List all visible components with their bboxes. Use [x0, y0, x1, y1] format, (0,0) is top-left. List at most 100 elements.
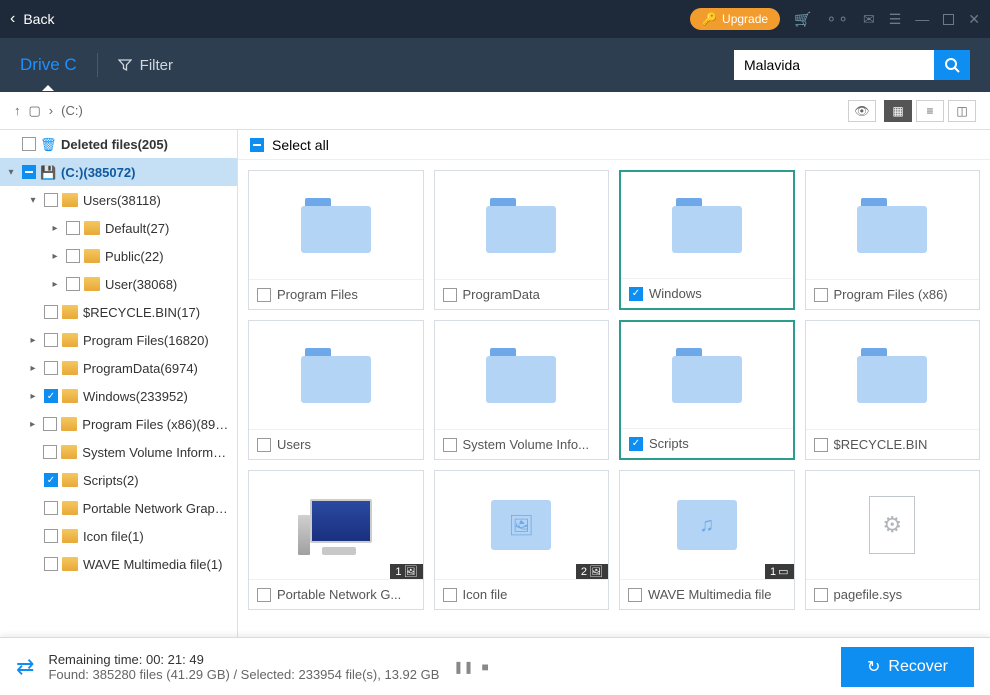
tree-checkbox[interactable]: [44, 361, 58, 375]
tree-row[interactable]: 🗑Deleted files(205): [0, 130, 237, 158]
tree-checkbox[interactable]: [43, 417, 57, 431]
trash-icon: 🗑: [40, 137, 56, 151]
search-button[interactable]: [934, 50, 970, 80]
card-checkbox[interactable]: [628, 588, 642, 602]
tree-row[interactable]: ▸ProgramData(6974): [0, 354, 237, 382]
grid-view-button[interactable]: ▦: [884, 100, 912, 122]
tree-row[interactable]: Portable Network Graphics: [0, 494, 237, 522]
tree-label: Portable Network Graphics: [83, 501, 233, 516]
card-checkbox[interactable]: [257, 288, 271, 302]
tree-checkbox[interactable]: [43, 445, 57, 459]
card-checkbox[interactable]: [257, 588, 271, 602]
expand-toggle[interactable]: ▾: [4, 167, 18, 178]
minimize-icon[interactable]: —: [915, 11, 929, 27]
tree-row[interactable]: ▸User(38068): [0, 270, 237, 298]
card-checkbox[interactable]: [443, 288, 457, 302]
card-checkbox[interactable]: [814, 588, 828, 602]
breadcrumb-text[interactable]: (C:): [61, 103, 83, 118]
tree-row[interactable]: ▾💾(C:)(385072): [0, 158, 237, 186]
tree-row[interactable]: System Volume Information: [0, 438, 237, 466]
tree-row[interactable]: ✓Scripts(2): [0, 466, 237, 494]
menu-icon[interactable]: ☰: [889, 11, 902, 28]
cart-icon[interactable]: 🛒: [794, 11, 811, 28]
card-checkbox[interactable]: [257, 438, 271, 452]
file-card[interactable]: ⚙pagefile.sys: [805, 470, 981, 610]
select-all-checkbox[interactable]: [250, 138, 264, 152]
tree-checkbox[interactable]: [44, 193, 58, 207]
recover-button[interactable]: ↻ Recover: [841, 647, 974, 687]
expand-toggle[interactable]: ▸: [48, 279, 62, 290]
expand-toggle[interactable]: ▸: [26, 363, 40, 374]
tree-checkbox[interactable]: [44, 501, 58, 515]
upgrade-button[interactable]: 🔑 Upgrade: [690, 8, 780, 30]
folder-icon: [62, 333, 78, 347]
folder-icon: [84, 277, 100, 291]
card-checkbox[interactable]: [443, 438, 457, 452]
tree-checkbox[interactable]: [66, 221, 80, 235]
maximize-icon[interactable]: [943, 14, 954, 25]
tree-checkbox[interactable]: [22, 165, 36, 179]
pause-button[interactable]: ❚❚: [453, 660, 473, 674]
expand-toggle[interactable]: ▸: [26, 335, 40, 346]
tree-checkbox[interactable]: ✓: [44, 389, 58, 403]
search-input[interactable]: [734, 50, 934, 80]
tree-checkbox[interactable]: [44, 333, 58, 347]
feedback-icon[interactable]: ✉: [863, 11, 875, 28]
folder-icon: [62, 361, 78, 375]
tree-row[interactable]: ▸Program Files(16820): [0, 326, 237, 354]
file-card[interactable]: ♫1 ▭WAVE Multimedia file: [619, 470, 795, 610]
expand-toggle[interactable]: ▸: [48, 251, 62, 262]
list-view-button[interactable]: ≡: [916, 100, 944, 122]
expand-toggle[interactable]: ▸: [26, 391, 40, 402]
tree-row[interactable]: ▸Default(27): [0, 214, 237, 242]
tree-row[interactable]: ▸✓Windows(233952): [0, 382, 237, 410]
tree-checkbox[interactable]: [22, 137, 36, 151]
share-icon[interactable]: ⚬⚬: [826, 11, 849, 28]
file-card[interactable]: System Volume Info...: [434, 320, 610, 460]
file-card[interactable]: ✓Windows: [619, 170, 795, 310]
file-card[interactable]: ProgramData: [434, 170, 610, 310]
tree-checkbox[interactable]: [66, 249, 80, 263]
tree-checkbox[interactable]: [44, 529, 58, 543]
expand-toggle[interactable]: ▸: [26, 419, 39, 430]
tree-label: (C:)(385072): [61, 165, 135, 180]
file-card[interactable]: 1 🖼Portable Network G...: [248, 470, 424, 610]
stop-button[interactable]: ■: [482, 660, 489, 674]
card-checkbox[interactable]: [443, 588, 457, 602]
file-card[interactable]: Users: [248, 320, 424, 460]
preview-button[interactable]: 👁: [848, 100, 876, 122]
drive-tab[interactable]: Drive C: [20, 55, 77, 75]
card-checkbox[interactable]: ✓: [629, 287, 643, 301]
breadcrumb-chevron-icon: ›: [49, 103, 53, 118]
tree-checkbox[interactable]: ✓: [44, 473, 58, 487]
detail-view-button[interactable]: ◫: [948, 100, 976, 122]
card-checkbox[interactable]: ✓: [629, 437, 643, 451]
close-icon[interactable]: ✕: [968, 11, 980, 28]
card-checkbox[interactable]: [814, 288, 828, 302]
up-icon[interactable]: ↑: [14, 103, 21, 118]
tree-row[interactable]: WAVE Multimedia file(1): [0, 550, 237, 578]
file-card[interactable]: Program Files: [248, 170, 424, 310]
tree-checkbox[interactable]: [66, 277, 80, 291]
card-body: [621, 172, 793, 278]
file-card[interactable]: 🖼2 🖼Icon file: [434, 470, 610, 610]
back-button[interactable]: ‹ Back: [10, 10, 54, 28]
tree-row[interactable]: ▸Program Files (x86)(89185): [0, 410, 237, 438]
search-box: [734, 50, 970, 80]
file-card[interactable]: Program Files (x86): [805, 170, 981, 310]
tree-row[interactable]: $RECYCLE.BIN(17): [0, 298, 237, 326]
filter-button[interactable]: Filter: [118, 57, 173, 74]
tree-row[interactable]: Icon file(1): [0, 522, 237, 550]
card-checkbox[interactable]: [814, 438, 828, 452]
tree-row[interactable]: ▸Public(22): [0, 242, 237, 270]
header: Drive C Filter: [0, 38, 990, 92]
file-card[interactable]: ✓Scripts: [619, 320, 795, 460]
tree-row[interactable]: ▾Users(38118): [0, 186, 237, 214]
card-name: System Volume Info...: [463, 437, 589, 452]
tree-checkbox[interactable]: [44, 305, 58, 319]
breadcrumb-drive-icon[interactable]: ▢: [29, 103, 41, 119]
expand-toggle[interactable]: ▾: [26, 195, 40, 206]
expand-toggle[interactable]: ▸: [48, 223, 62, 234]
tree-checkbox[interactable]: [44, 557, 58, 571]
file-card[interactable]: $RECYCLE.BIN: [805, 320, 981, 460]
